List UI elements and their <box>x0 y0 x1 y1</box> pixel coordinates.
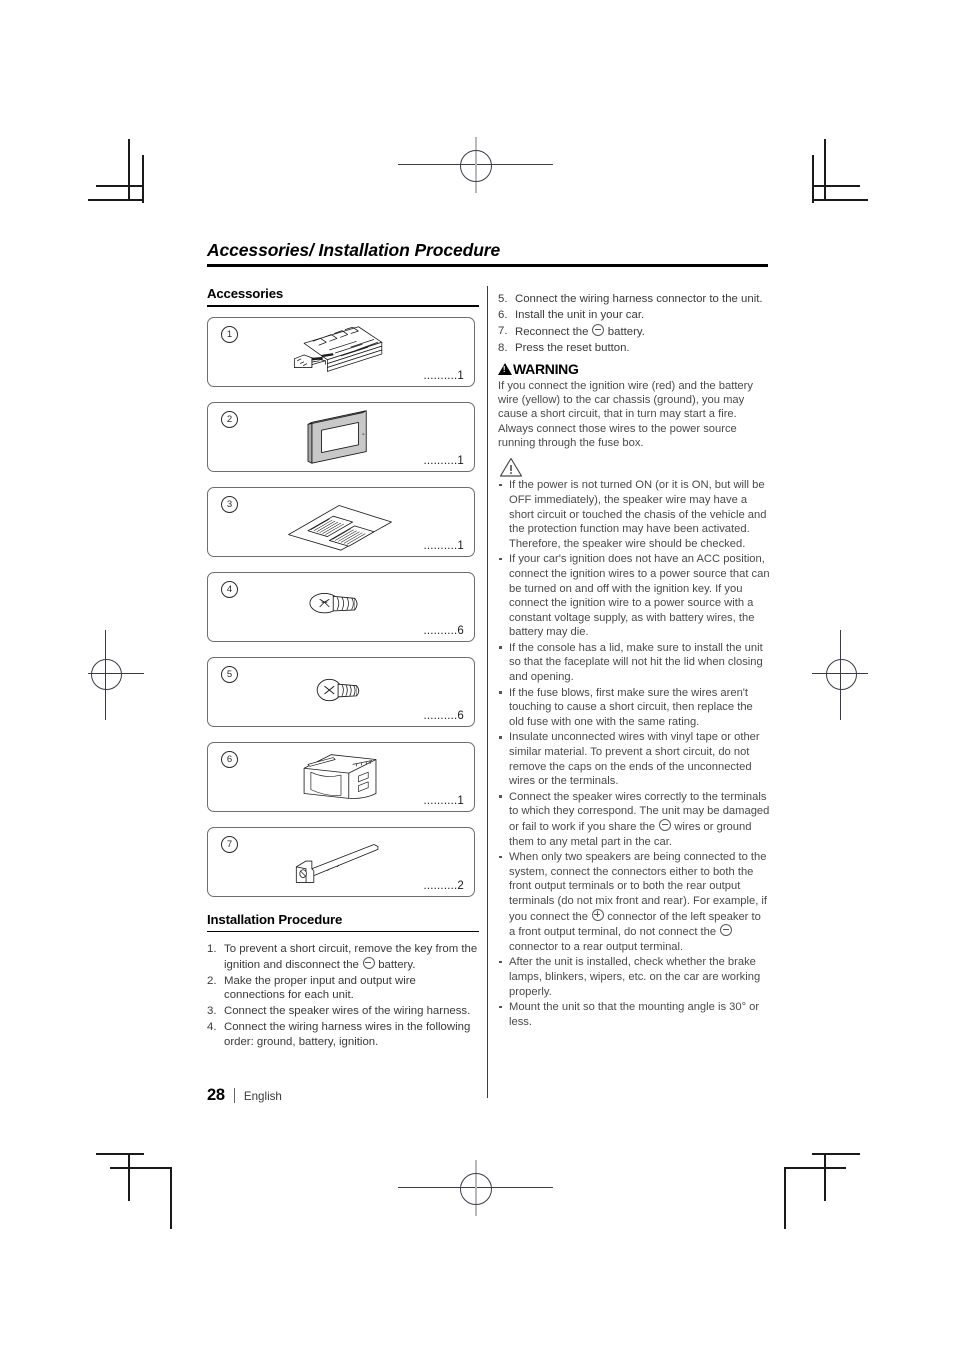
bullet-marker <box>499 960 502 964</box>
column-divider <box>487 286 489 1098</box>
accessory-number: 1 <box>221 325 238 343</box>
bullet-marker <box>499 1005 502 1009</box>
title-rule <box>207 264 768 268</box>
installation-step: 1. To prevent a short circuit, remove the… <box>207 943 478 971</box>
accessory-number: 6 <box>221 750 238 768</box>
caution-bullet-list: If the power is not turned ON (or it is … <box>498 478 770 1029</box>
footer-divider <box>233 1088 235 1103</box>
warning-triangle-icon <box>498 362 512 375</box>
installation-heading: Installation Procedure <box>207 911 343 927</box>
installation-rule <box>207 930 479 932</box>
step-number: 3. <box>207 1005 217 1018</box>
step-number: 2. <box>207 974 217 987</box>
installation-steps-right: 5. Connect the wiring harness connector t… <box>498 292 770 356</box>
installation-step: 5. Connect the wiring harness connector t… <box>498 293 763 305</box>
left-column: Accessories 1 ..........1 2 ..........1 … <box>207 286 479 1051</box>
accessories-heading: Accessories <box>207 286 284 301</box>
warning-heading: WARNING <box>498 361 770 377</box>
step-number: 8. <box>498 342 508 355</box>
bullet-marker <box>499 646 502 649</box>
caution-bullet: Insulate unconnected wires with vinyl ta… <box>498 730 770 788</box>
warning-label: WARNING <box>513 360 579 377</box>
accessory-quantity: ..........6 <box>423 624 464 637</box>
step-number: 5. <box>498 293 508 305</box>
accessory-number: 2 <box>221 410 238 428</box>
page-footer: 28 English <box>207 1086 282 1105</box>
caution-bullet: If your car's ignition does not have an … <box>498 552 770 640</box>
circled-minus-icon <box>719 924 732 937</box>
bullet-marker <box>499 855 502 859</box>
caution-bullet: When only two speakers are being connect… <box>498 850 770 954</box>
right-column: 5. Connect the wiring harness connector t… <box>498 286 770 1030</box>
installation-steps-left: 1. To prevent a short circuit, remove the… <box>207 942 479 1050</box>
warning-body: If you connect the ignition wire (red) a… <box>498 379 753 450</box>
caution-bullet: Mount the unit so that the mounting angl… <box>498 1000 770 1029</box>
installation-step: 2. Make the proper input and output wire … <box>207 974 416 1002</box>
accessory-quantity: ..........1 <box>423 539 464 552</box>
accessories-list: 1 ..........1 2 ..........1 3 ..........… <box>207 316 479 897</box>
installation-step: 3. Connect the speaker wires of the wirin… <box>207 1005 471 1018</box>
caution-bullet: After the unit is installed, check wheth… <box>498 955 770 999</box>
bullet-marker <box>499 795 502 798</box>
installation-step: 6. Install the unit in your car. <box>498 309 645 322</box>
caution-bullet: If the power is not turned ON (or it is … <box>498 478 770 551</box>
accessory-item: 3 ..........1 <box>207 486 475 557</box>
accessory-quantity: ..........2 <box>423 879 464 892</box>
page-title: Accessories/ Installation Procedure <box>207 240 501 260</box>
step-number: 1. <box>207 943 217 955</box>
page-number: 28 <box>207 1086 225 1104</box>
circled-minus-icon <box>592 324 605 337</box>
circled-minus-icon <box>658 819 671 832</box>
accessory-number: 7 <box>221 835 238 853</box>
bullet-marker <box>499 557 502 561</box>
installation-step: 8. Press the reset button. <box>498 342 630 355</box>
bullet-marker <box>499 483 502 487</box>
accessory-item: 1 ..........1 <box>207 316 475 387</box>
accessory-number: 4 <box>221 580 238 598</box>
installation-step: 7. Reconnect the battery. <box>498 324 645 339</box>
caution-bullet: If the fuse blows, first make sure the w… <box>498 686 770 730</box>
step-number: 4. <box>207 1021 217 1034</box>
accessory-item: 5 ..........6 <box>207 656 475 727</box>
circled-minus-icon <box>362 956 375 969</box>
accessory-quantity: ..........1 <box>423 369 464 382</box>
accessory-item: 2 ..........1 <box>207 401 475 472</box>
accessory-number: 3 <box>221 495 238 513</box>
circled-plus-icon <box>591 908 604 921</box>
accessory-item: 7 ..........2 <box>207 826 475 897</box>
bullet-marker <box>499 735 502 739</box>
accessory-quantity: ..........1 <box>423 794 464 807</box>
installation-step: 4. Connect the wiring harness wires in th… <box>207 1021 471 1049</box>
accessory-quantity: ..........1 <box>423 454 464 467</box>
step-number: 6. <box>498 309 508 322</box>
printed-page: Accessories/ Installation Procedure Acce… <box>0 0 954 1350</box>
accessories-rule <box>207 305 479 307</box>
accessory-item: 6 ..........1 <box>207 741 475 812</box>
caution-bullet: Connect the speaker wires correctly to t… <box>498 790 770 849</box>
step-number: 7. <box>498 325 508 338</box>
accessory-number: 5 <box>221 665 238 683</box>
bullet-marker <box>499 691 502 694</box>
caution-triangle-icon <box>499 457 523 477</box>
caution-bullet: If the console has a lid, make sure to i… <box>498 641 770 685</box>
accessory-item: 4 ..........6 <box>207 571 475 642</box>
accessory-quantity: ..........6 <box>423 709 464 722</box>
page-language: English <box>243 1090 282 1103</box>
